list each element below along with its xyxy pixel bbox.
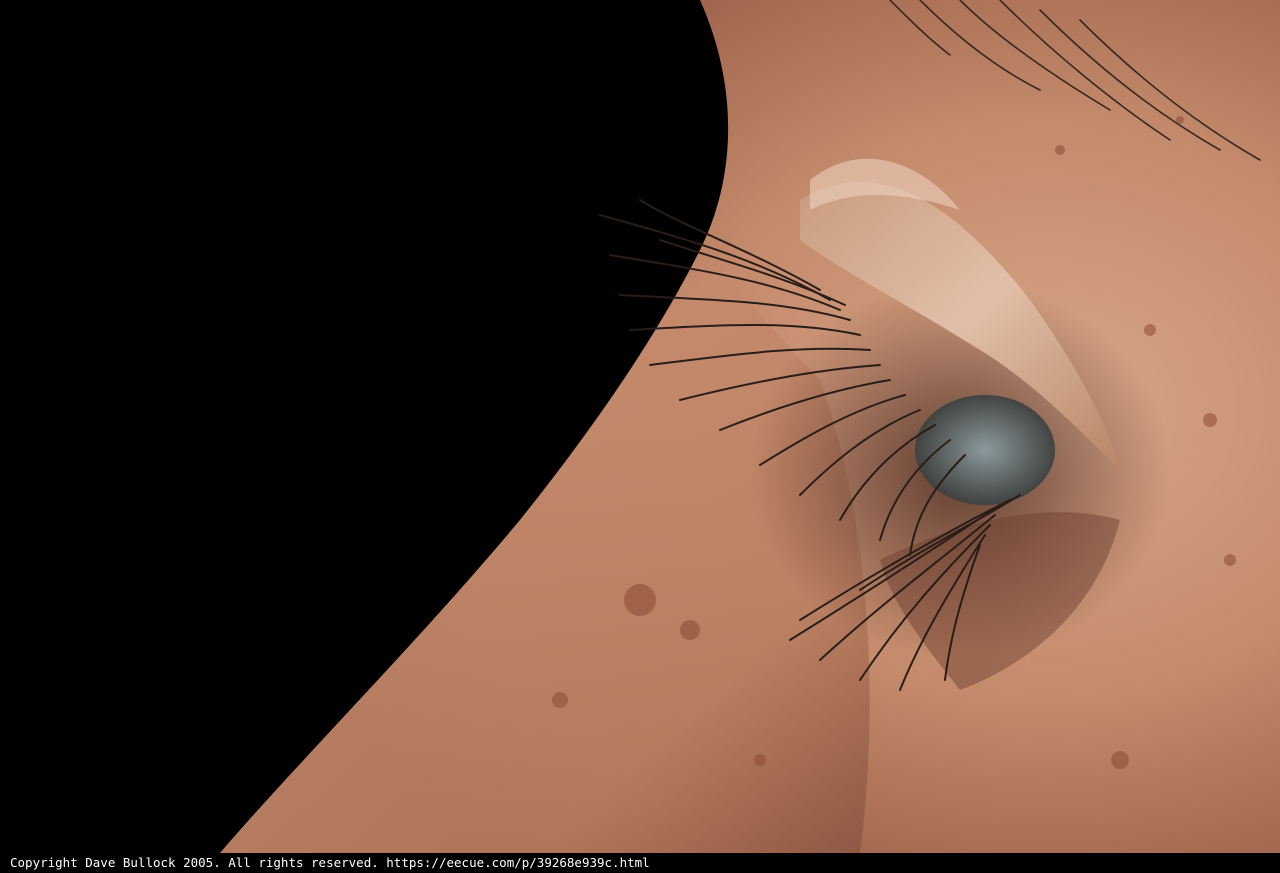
copyright-caption: Copyright Dave Bullock 2005. All rights … — [0, 853, 1280, 873]
photo-viewer: Copyright Dave Bullock 2005. All rights … — [0, 0, 1280, 873]
eye-closeup-photo — [0, 0, 1280, 853]
